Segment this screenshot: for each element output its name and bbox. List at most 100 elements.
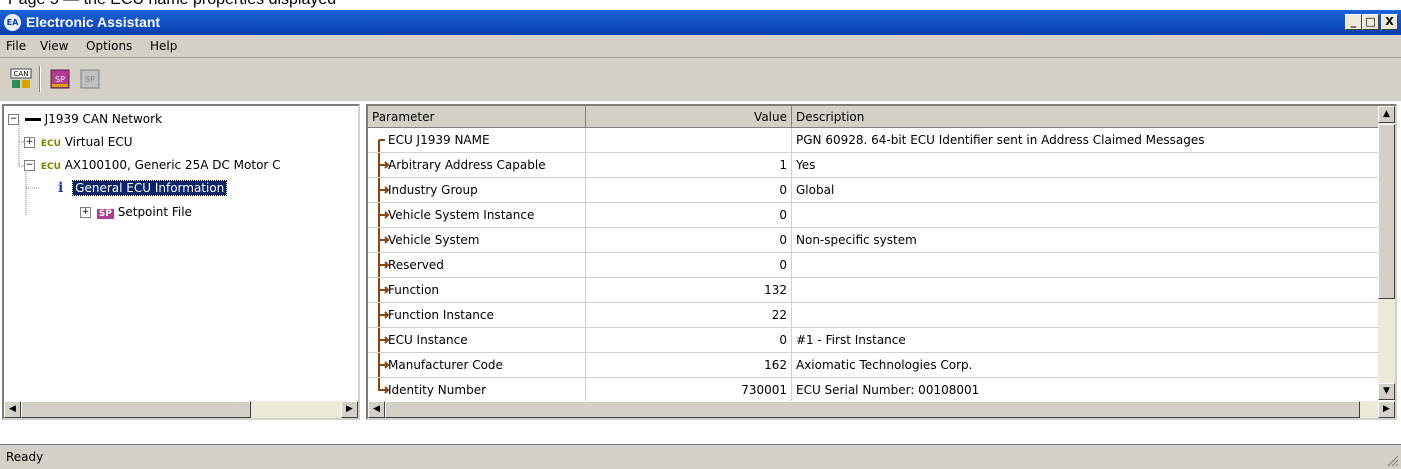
table-vertical-scrollbar[interactable]: ▲ ▼ (1378, 106, 1395, 400)
table-row[interactable]: Vehicle System 0 Non-specific system (368, 228, 1382, 253)
save-setpoint-button[interactable]: SP (79, 68, 101, 90)
setpoint-file-disabled-icon: SP (80, 69, 100, 89)
value-cell: 0 (586, 203, 792, 227)
parameter-cell: Function (368, 278, 586, 302)
value-cell: 730001 (586, 378, 792, 402)
parameter-cell: Function Instance (368, 303, 586, 327)
network-line-icon (24, 118, 41, 121)
menu-help[interactable]: Help (150, 39, 177, 53)
tree-item-label: AX100100, Generic 25A DC Motor C (64, 158, 281, 172)
expand-toggle[interactable]: + (80, 207, 91, 218)
table-row[interactable]: Industry Group 0 Global (368, 178, 1382, 203)
parameter-name: Function Instance (388, 308, 494, 322)
description-cell: Axiomatic Technologies Corp. (796, 358, 973, 372)
parameter-cell: Identity Number (368, 378, 586, 402)
collapse-toggle[interactable]: − (24, 160, 35, 171)
scroll-right-icon[interactable]: ▶ (1378, 401, 1395, 418)
ecu-icon: ECU (40, 139, 61, 149)
can-network-button[interactable]: CAN (10, 68, 32, 90)
column-header-parameter[interactable]: Parameter (368, 106, 586, 128)
network-tree[interactable]: − J1939 CAN Network + ECU Virtual ECU − … (2, 104, 360, 420)
close-button[interactable]: X (1381, 14, 1398, 30)
tree-item-label: Virtual ECU (64, 135, 133, 149)
table-row[interactable]: Arbitrary Address Capable 1 Yes (368, 153, 1382, 178)
value-cell: 132 (586, 278, 792, 302)
description-cell (792, 253, 1382, 277)
page-caption-strip: Page 5 — the ECU name properties display… (0, 0, 1401, 10)
svg-text:CAN: CAN (14, 70, 29, 78)
parameter-cell: Arbitrary Address Capable (368, 153, 586, 177)
value-cell: 162 (586, 353, 792, 377)
parameter-cell: Reserved (368, 253, 586, 277)
description-cell (792, 203, 1382, 227)
table-row[interactable]: Vehicle System Instance 0 (368, 203, 1382, 228)
description-cell: PGN 60928. 64-bit ECU Identifier sent in… (796, 133, 1205, 147)
menu-file[interactable]: File (6, 39, 26, 53)
description-cell: #1 - First Instance (796, 333, 906, 347)
scroll-right-icon[interactable]: ▶ (341, 401, 358, 418)
table-row[interactable]: Function Instance 22 (368, 303, 1382, 328)
scroll-thumb[interactable] (385, 401, 1360, 418)
status-text: Ready (6, 450, 44, 464)
tree-item-general-ecu-information[interactable]: i General ECU Information (58, 179, 228, 197)
collapse-toggle[interactable]: − (8, 114, 19, 125)
tree-item-label: Setpoint File (117, 205, 192, 219)
description-cell: Global (796, 183, 835, 197)
menu-options[interactable]: Options (86, 39, 132, 53)
svg-text:SP: SP (55, 75, 65, 84)
minimize-button[interactable]: _ (1345, 14, 1362, 30)
open-setpoint-button[interactable]: SP (49, 68, 71, 90)
parameter-name: Reserved (388, 258, 444, 272)
menu-view[interactable]: View (40, 39, 68, 53)
tree-item-setpoint-file[interactable]: + SP Setpoint File (80, 203, 192, 221)
status-bar: Ready (0, 444, 1401, 469)
scroll-down-icon[interactable]: ▼ (1378, 383, 1395, 400)
setpoint-file-icon: SP (50, 69, 70, 89)
setpoint-icon: SP (96, 209, 114, 219)
parameter-cell: Industry Group (368, 178, 586, 202)
scroll-left-icon[interactable]: ◀ (368, 401, 385, 418)
window-title: Electronic Assistant (26, 14, 161, 30)
value-cell: 22 (586, 303, 792, 327)
table-row[interactable]: Identity Number 730001 ECU Serial Number: … (368, 378, 1382, 403)
parameter-cell: ECU Instance (368, 328, 586, 352)
resize-grip-icon[interactable] (1385, 453, 1399, 467)
scroll-left-icon[interactable]: ◀ (4, 401, 21, 418)
scroll-thumb[interactable] (1378, 124, 1395, 299)
parameter-name: Function (388, 283, 440, 297)
parameter-cell: Vehicle System Instance (368, 203, 586, 227)
tree-horizontal-scrollbar[interactable]: ◀ ▶ (4, 401, 358, 418)
table-row[interactable]: ECU J1939 NAME PGN 60928. 64-bit ECU Iden… (368, 128, 1382, 153)
svg-text:SP: SP (85, 75, 95, 84)
table-row[interactable]: ECU Instance 0 #1 - First Instance (368, 328, 1382, 353)
title-bar: EA Electronic Assistant _ □ X (0, 10, 1401, 35)
table-row[interactable]: Function 132 (368, 278, 1382, 303)
scroll-thumb[interactable] (21, 401, 251, 418)
value-cell (586, 128, 792, 152)
ecu-icon: ECU (40, 162, 61, 172)
parameter-cell: Vehicle System (368, 228, 586, 252)
table-row[interactable]: Manufacturer Code 162 Axiomatic Technologi… (368, 353, 1382, 378)
toolbar: CAN SP SP (0, 57, 1401, 101)
description-cell: Non-specific system (796, 233, 917, 247)
info-icon: i (58, 180, 64, 196)
scroll-up-icon[interactable]: ▲ (1378, 106, 1395, 123)
table-row[interactable]: Reserved 0 (368, 253, 1382, 278)
tree-item-virtual-ecu[interactable]: + ECU Virtual ECU (24, 133, 133, 151)
can-network-icon: CAN (10, 68, 32, 88)
parameter-name: Vehicle System (388, 233, 480, 247)
description-cell (792, 278, 1382, 302)
app-icon: EA (4, 14, 21, 31)
tree-item-label: J1939 CAN Network (44, 112, 163, 126)
value-cell: 0 (586, 253, 792, 277)
parameter-name: Arbitrary Address Capable (388, 158, 546, 172)
tree-item-ax100100[interactable]: − ECU AX100100, Generic 25A DC Motor C (24, 156, 281, 174)
tree-item-j1939-network[interactable]: − J1939 CAN Network (8, 110, 162, 128)
table-horizontal-scrollbar[interactable]: ◀ ▶ (368, 401, 1395, 418)
column-header-value[interactable]: Value (586, 106, 792, 128)
column-header-description[interactable]: Description (792, 106, 1382, 128)
expand-toggle[interactable]: + (24, 137, 35, 148)
parameter-name: Identity Number (388, 383, 487, 397)
maximize-button[interactable]: □ (1362, 14, 1379, 30)
value-cell: 0 (586, 328, 792, 352)
